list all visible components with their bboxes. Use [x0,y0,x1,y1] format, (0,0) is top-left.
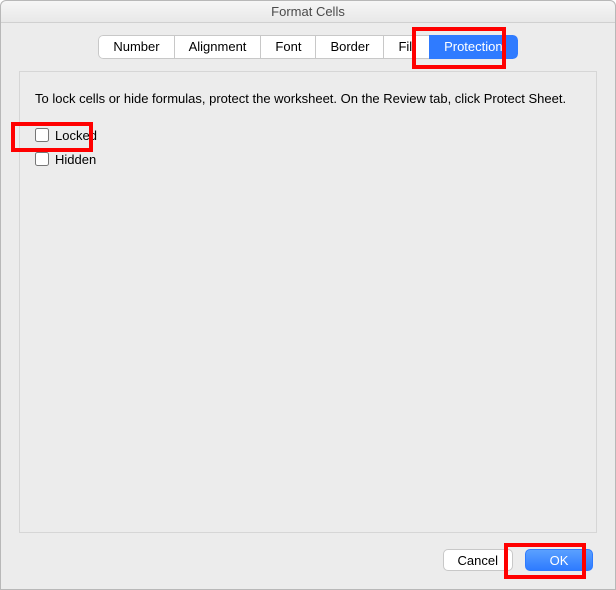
ok-button[interactable]: OK [525,549,593,571]
tab-protection[interactable]: Protection [429,35,518,59]
locked-checkbox[interactable] [35,128,49,142]
tab-bar: Number Alignment Font Border Fill Protec… [1,23,615,59]
hidden-label[interactable]: Hidden [55,152,96,167]
cancel-button[interactable]: Cancel [443,549,513,571]
format-cells-dialog: Format Cells Number Alignment Font Borde… [0,0,616,590]
segmented-control: Number Alignment Font Border Fill Protec… [98,35,517,59]
tab-border[interactable]: Border [315,35,383,59]
locked-label[interactable]: Locked [55,128,97,143]
dialog-title: Format Cells [1,1,615,23]
tab-fill[interactable]: Fill [383,35,429,59]
dialog-button-row: Cancel OK [443,549,593,571]
tab-font[interactable]: Font [260,35,315,59]
protection-info-text: To lock cells or hide formulas, protect … [35,90,575,107]
tab-alignment[interactable]: Alignment [174,35,261,59]
hidden-checkbox[interactable] [35,152,49,166]
locked-row: Locked [35,125,581,145]
tab-number[interactable]: Number [98,35,173,59]
dialog-body: Number Alignment Font Border Fill Protec… [1,23,615,589]
hidden-row: Hidden [35,149,581,169]
protection-panel: To lock cells or hide formulas, protect … [19,71,597,533]
